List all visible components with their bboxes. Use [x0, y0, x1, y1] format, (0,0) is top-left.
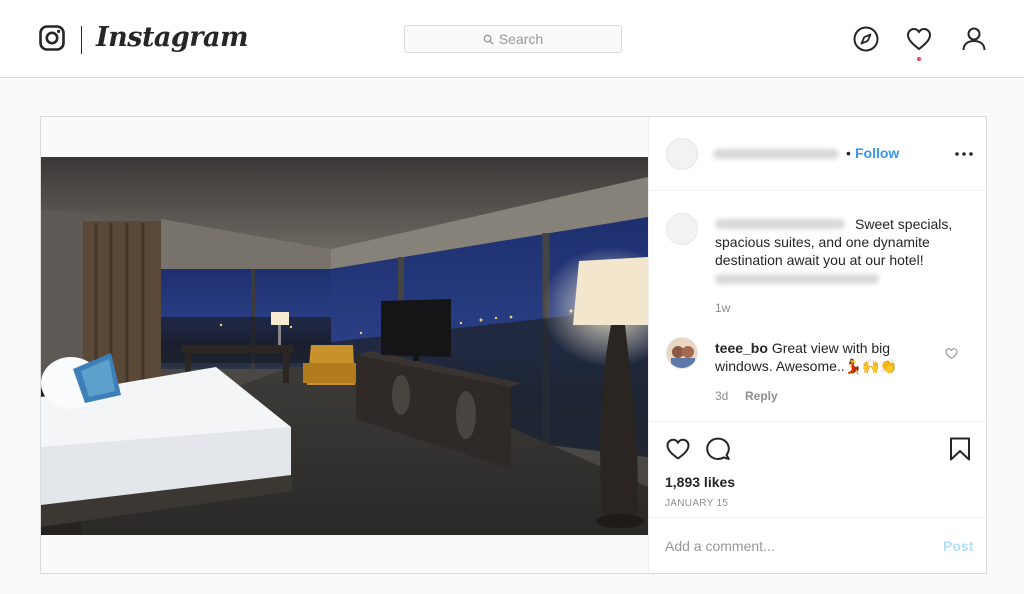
caption-body: spacious suites, and one dynamite destin… — [715, 234, 930, 268]
post-date[interactable]: JANUARY 15 — [665, 498, 728, 509]
search-placeholder: Search — [498, 31, 544, 47]
follow-separator: • — [846, 145, 851, 161]
notification-dot — [917, 57, 921, 61]
comment-bubble-icon[interactable] — [705, 436, 731, 462]
post-photo[interactable] — [41, 157, 648, 535]
caption-text: Sweet specials, spacious suites, and one… — [715, 215, 965, 269]
comment-username[interactable]: teee_bo — [715, 340, 768, 356]
instagram-glyph-icon[interactable] — [39, 25, 65, 51]
more-horizontal-icon[interactable] — [954, 147, 974, 161]
post-comment-button[interactable]: Post — [943, 538, 973, 554]
comment-input[interactable] — [665, 534, 925, 558]
reply-button[interactable]: Reply — [745, 389, 778, 403]
add-comment-section: Post — [649, 517, 987, 573]
search-box[interactable]: Search — [404, 25, 622, 53]
search-icon — [483, 34, 494, 45]
top-nav: Instagram Search — [0, 0, 1024, 78]
follow-button[interactable]: Follow — [855, 145, 899, 161]
comment-emoji: 💃🙌👏 — [844, 358, 897, 374]
comment-like-heart-icon[interactable] — [945, 347, 958, 360]
logo-divider — [81, 26, 82, 54]
author-username-blurred[interactable] — [713, 149, 839, 159]
caption-time[interactable]: 1w — [715, 301, 730, 315]
post-actions: 1,893 likes JANUARY 15 — [649, 421, 987, 517]
caption-link-blurred[interactable] — [715, 274, 879, 284]
likes-count[interactable]: 1,893 likes — [665, 474, 735, 490]
caption-line1: Sweet specials, — [855, 216, 953, 232]
post-header: • Follow — [649, 117, 987, 191]
like-heart-icon[interactable] — [665, 436, 691, 462]
explore-compass-icon[interactable] — [852, 25, 880, 53]
commenter-avatar[interactable] — [666, 337, 698, 369]
post-media-area — [41, 117, 648, 573]
profile-icon[interactable] — [960, 25, 988, 53]
comment-text: teee_bo Great view with big windows. Awe… — [715, 339, 935, 375]
activity-heart-icon[interactable] — [905, 25, 933, 53]
post-sidebar: • Follow Sweet specials, spacious suites… — [648, 117, 987, 573]
instagram-wordmark[interactable]: Instagram — [96, 22, 249, 53]
comment-time[interactable]: 3d — [715, 389, 728, 403]
author-avatar[interactable] — [666, 138, 698, 170]
save-bookmark-icon[interactable] — [947, 436, 973, 462]
caption-author-avatar[interactable] — [666, 213, 698, 245]
post-card: • Follow Sweet specials, spacious suites… — [40, 116, 987, 574]
